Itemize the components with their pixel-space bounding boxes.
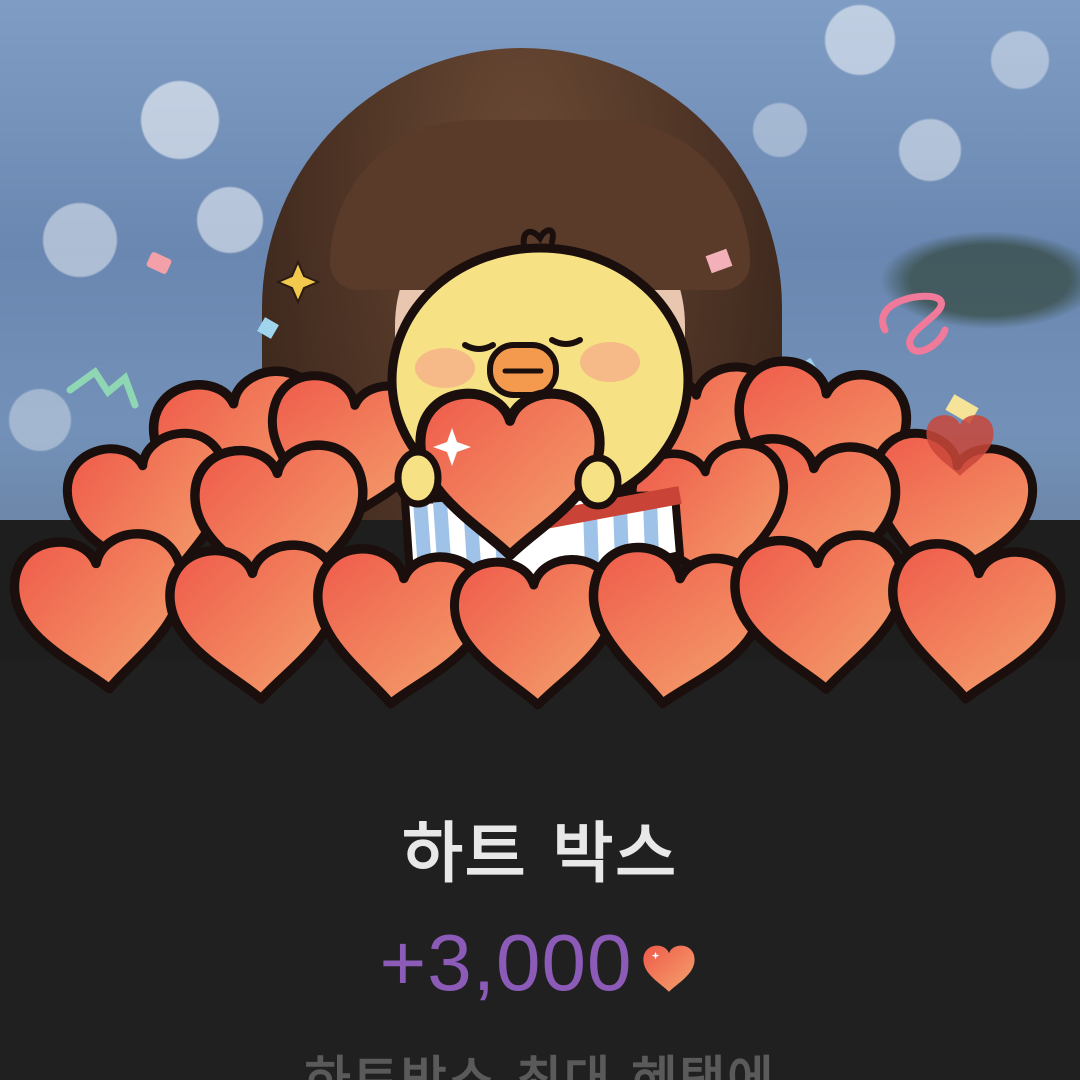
reward-subtitle: 하트박스 최대 혜택에 [304, 1051, 776, 1080]
reward-amount: +3,000 [379, 918, 633, 1007]
reward-amount-row: +3,000 [0, 918, 1080, 1008]
heart-icon [643, 945, 696, 992]
reward-title: 하트 박스 [402, 815, 678, 892]
chick-holding-heart-sticker [0, 227, 1080, 720]
reward-popup: 하트 박스 +3,000 하트박스 최대 혜택에 [0, 0, 1080, 1080]
